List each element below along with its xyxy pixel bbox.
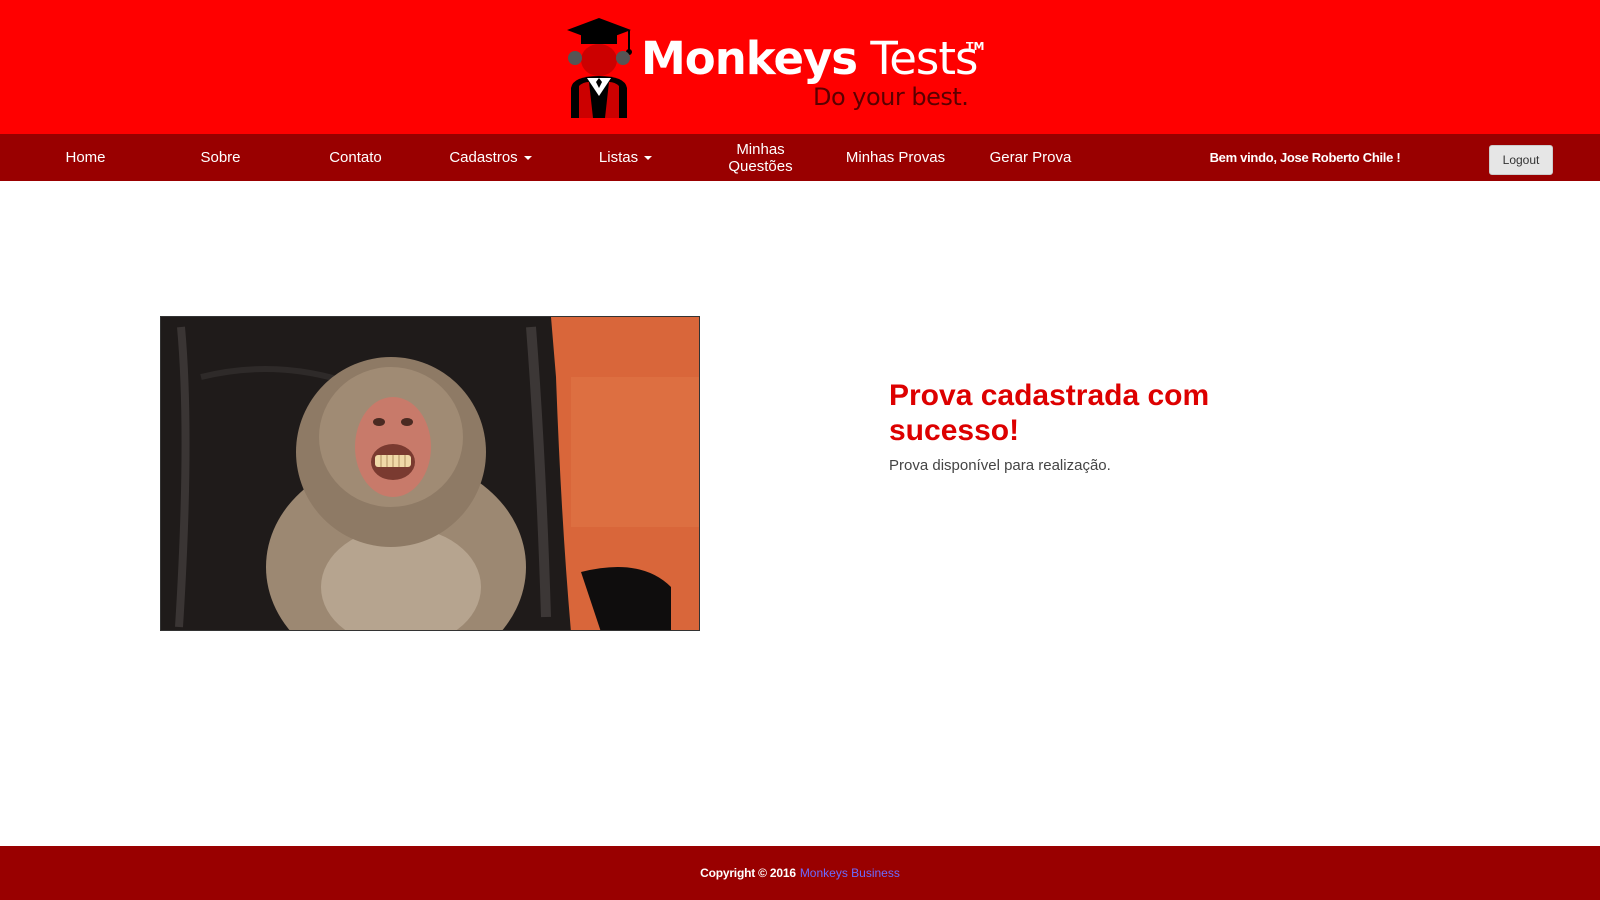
nav-gerar-prova[interactable]: Gerar Prova bbox=[963, 134, 1098, 181]
nav-minhas-questoes-label: Minhas Questões bbox=[728, 140, 793, 175]
company-link[interactable]: Monkeys Business bbox=[800, 866, 900, 880]
nav-home-label: Home bbox=[65, 149, 106, 166]
nav-sobre[interactable]: Sobre bbox=[153, 134, 288, 181]
nav-contato-label: Contato bbox=[329, 149, 382, 166]
nav-listas-label: Listas bbox=[598, 149, 639, 166]
nav-minhas-questoes[interactable]: Minhas Questões bbox=[693, 134, 828, 181]
nav-gerar-prova-label: Gerar Prova bbox=[989, 149, 1072, 166]
welcome-message: Bem vindo, Jose Roberto Chile ! bbox=[1209, 150, 1401, 165]
nav-listas-dropdown[interactable]: Listas bbox=[558, 134, 693, 181]
logo-title: Monkeys Tests bbox=[641, 32, 978, 85]
caret-down-icon bbox=[644, 155, 653, 160]
success-title: Prova cadastrada com sucesso! bbox=[889, 379, 1210, 447]
baboon-photo bbox=[160, 316, 700, 631]
graduate-monkey-icon bbox=[567, 18, 632, 118]
logo[interactable]: Monkeys Tests TM Do your best. bbox=[563, 18, 993, 118]
trademark-mark: TM bbox=[966, 40, 985, 53]
caret-down-icon bbox=[523, 155, 532, 160]
nav-minhas-provas[interactable]: Minhas Provas bbox=[828, 134, 963, 181]
header-banner: Monkeys Tests TM Do your best. bbox=[0, 0, 1600, 134]
nav-sobre-label: Sobre bbox=[200, 149, 241, 166]
logout-button[interactable]: Logout bbox=[1489, 145, 1553, 175]
nav-home[interactable]: Home bbox=[18, 134, 153, 181]
main-navbar: Home Sobre Contato Cadastros Listas Minh… bbox=[0, 134, 1600, 181]
logo-tagline: Do your best. bbox=[813, 83, 969, 111]
copyright-text: Copyright © 2016 bbox=[700, 866, 796, 880]
footer: Copyright © 2016 Monkeys Business bbox=[0, 846, 1600, 900]
nav-cadastros-label: Cadastros bbox=[449, 149, 518, 166]
nav-cadastros-dropdown[interactable]: Cadastros bbox=[423, 134, 558, 181]
success-subtitle: Prova disponível para realização. bbox=[889, 457, 1111, 474]
nav-contato[interactable]: Contato bbox=[288, 134, 423, 181]
nav-minhas-provas-label: Minhas Provas bbox=[845, 149, 946, 166]
